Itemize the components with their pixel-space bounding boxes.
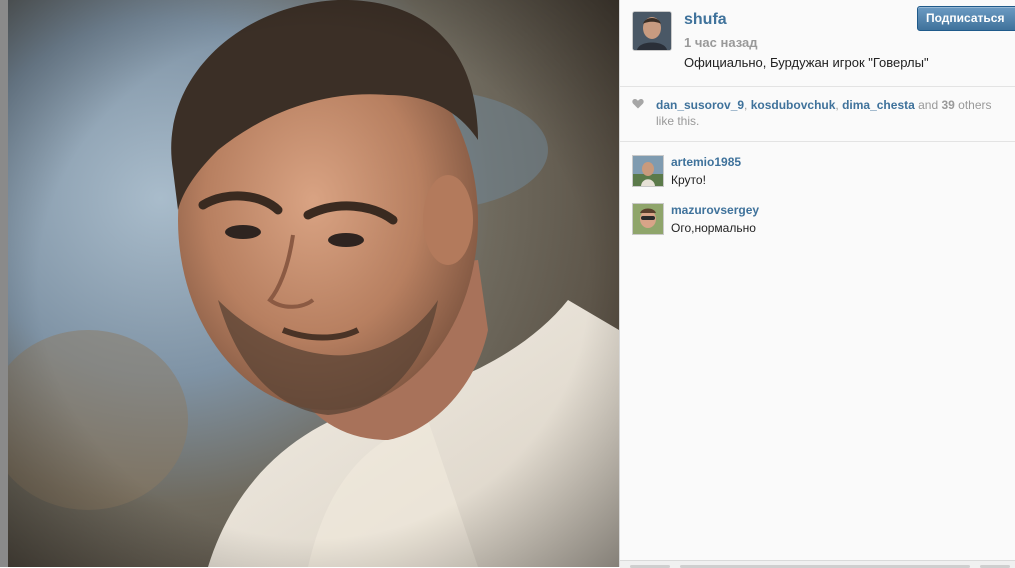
comment-avatar[interactable] (632, 203, 664, 235)
divider (620, 141, 1015, 142)
liker-link[interactable]: kosdubovchuk (751, 98, 836, 112)
comment-avatar[interactable] (632, 155, 664, 187)
avatar-image (633, 204, 663, 234)
likes-count[interactable]: 39 (941, 98, 954, 112)
avatar-image (633, 156, 663, 186)
liker-link[interactable]: dan_susorov_9 (656, 98, 744, 112)
post-photo-image (8, 0, 619, 567)
divider (620, 86, 1015, 87)
comment-text: Ого,нормально (671, 221, 756, 235)
avatar-image (633, 12, 671, 50)
author-avatar[interactable] (632, 11, 672, 51)
post-detail-panel: shufa 1 час назад Официально, Бурдужан и… (619, 0, 1015, 568)
post-timestamp[interactable]: 1 час назад (684, 35, 757, 50)
comment-username[interactable]: mazurovsergey (671, 203, 759, 217)
likes-and: and (914, 98, 942, 112)
likes-text: dan_susorov_9, kosdubovchuk, dima_chesta… (656, 97, 1002, 129)
window-edge (0, 0, 8, 567)
heart-icon[interactable] (632, 98, 644, 109)
follow-button[interactable]: Подписаться (917, 6, 1015, 31)
author-username[interactable]: shufa (684, 11, 727, 29)
post-caption: Официально, Бурдужан игрок "Говерлы" (684, 55, 929, 70)
comment-username[interactable]: artemio1985 (671, 155, 741, 169)
likes-separator: , (744, 98, 751, 112)
comment-text: Круто! (671, 173, 706, 187)
likes-section: dan_susorov_9, kosdubovchuk, dima_chesta… (632, 97, 1002, 129)
post-photo[interactable] (8, 0, 619, 567)
liker-link[interactable]: dima_chesta (842, 98, 915, 112)
